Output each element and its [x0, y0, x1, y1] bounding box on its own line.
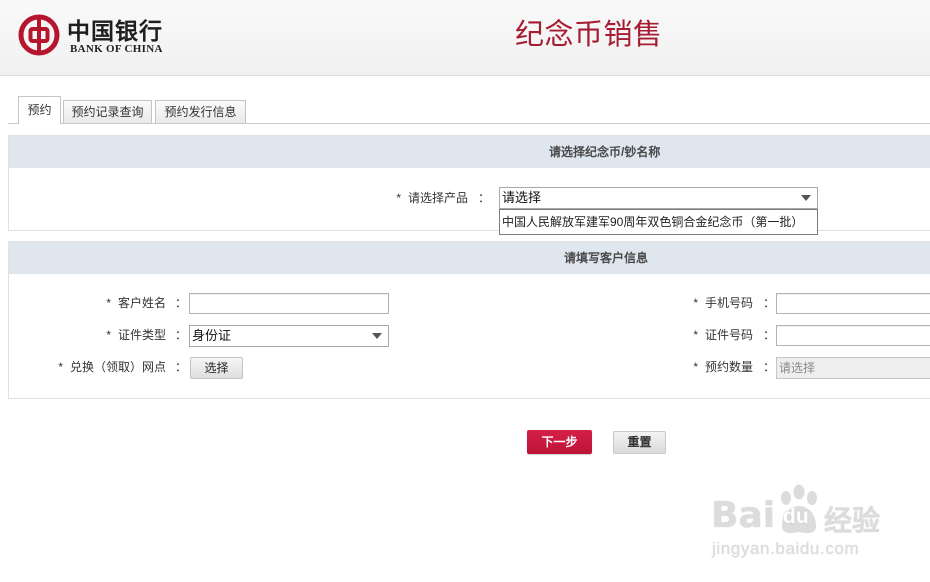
quantity-label-text: 预约数量: [704, 360, 753, 374]
page-title: 纪念币销售: [515, 19, 663, 51]
product-label: * 请选择产品: [9, 188, 468, 209]
quantity-select[interactable]: 请选择: [776, 357, 930, 379]
tab-bar-divider: [8, 123, 930, 124]
logo-english-name: BANK OF CHINA: [70, 43, 163, 55]
required-mark: *: [396, 191, 401, 205]
next-step-button[interactable]: 下一步: [527, 430, 592, 454]
id-number-label: * 证件号码: [569, 325, 753, 346]
choose-branch-button[interactable]: 选择: [190, 357, 243, 379]
required-mark: *: [58, 360, 63, 374]
required-mark: *: [693, 360, 698, 374]
chevron-down-icon: [801, 195, 811, 201]
tab-reservation-records[interactable]: 预约记录查询: [63, 100, 152, 123]
customer-section-header: 请填写客户信息: [9, 242, 930, 274]
watermark-product: 经验: [824, 505, 881, 536]
id-number-label-text: 证件号码: [704, 328, 753, 342]
quantity-label: * 预约数量: [569, 357, 753, 378]
branch-label-text: 兑换（领取）网点: [69, 360, 166, 374]
product-dropdown-list: 中国人民解放军建军90周年双色铜合金纪念币（第一批）: [499, 209, 818, 235]
id-number-input[interactable]: [776, 325, 930, 346]
required-mark: *: [693, 328, 698, 342]
required-mark: *: [106, 328, 111, 342]
label-colon: ：: [478, 191, 491, 205]
label-colon: ：: [763, 296, 776, 310]
id-type-label-text: 证件类型: [117, 328, 166, 342]
watermark-brand-a: Bai: [711, 495, 776, 536]
page: 中国银行 BANK OF CHINA 纪念币销售 预约 预约记录查询 预约发行信…: [0, 0, 930, 582]
customer-name-input[interactable]: [189, 293, 389, 314]
bank-logo[interactable]: [18, 14, 60, 56]
id-type-select-value: 身份证: [192, 328, 232, 343]
label-colon: ：: [175, 360, 188, 374]
product-section: 请选择纪念币/钞名称 * 请选择产品 ： 请选择 中国人民解放军建军90周年双色铜…: [8, 135, 930, 235]
label-colon: ：: [175, 328, 188, 342]
product-option[interactable]: 中国人民解放军建军90周年双色铜合金纪念币（第一批）: [500, 210, 817, 234]
tab-issue-info[interactable]: 预约发行信息: [155, 100, 246, 123]
product-section-title: 请选择纪念币/钞名称: [549, 145, 661, 159]
customer-section: 请填写客户信息 * 客户姓名 ： * 手机号码 ： * 证件类型 ： 身份证 * 证件号…: [8, 241, 930, 399]
customer-name-label: * 客户姓名: [9, 293, 166, 314]
phone-label-text: 手机号码: [704, 296, 753, 310]
required-mark: *: [106, 296, 111, 310]
label-colon: ：: [763, 328, 776, 342]
product-select[interactable]: 请选择: [499, 187, 818, 209]
id-type-select[interactable]: 身份证: [189, 325, 389, 347]
product-label-text: 请选择产品: [407, 191, 468, 205]
branch-label: * 兑换（领取）网点: [9, 357, 166, 378]
bank-of-china-logo-icon: [18, 14, 60, 56]
phone-input[interactable]: [776, 293, 930, 314]
label-colon: ：: [763, 360, 776, 374]
logo-chinese-name: 中国银行: [67, 18, 163, 45]
watermark-brand-b: du: [783, 505, 809, 528]
customer-name-label-text: 客户姓名: [117, 296, 166, 310]
id-type-label: * 证件类型: [9, 325, 166, 346]
tab-reserve[interactable]: 预约: [18, 96, 61, 124]
label-colon: ：: [175, 296, 188, 310]
quantity-select-value: 请选择: [779, 361, 816, 375]
watermark-url: jingyan.baidu.com: [712, 539, 860, 558]
reset-button[interactable]: 重置: [613, 431, 666, 454]
site-header: 中国银行 BANK OF CHINA 纪念币销售: [0, 0, 930, 76]
product-section-header: 请选择纪念币/钞名称: [9, 136, 930, 168]
product-select-value: 请选择: [502, 190, 542, 205]
required-mark: *: [693, 296, 698, 310]
chevron-down-icon: [372, 333, 382, 339]
customer-section-title: 请填写客户信息: [564, 251, 649, 265]
phone-label: * 手机号码: [569, 293, 753, 314]
